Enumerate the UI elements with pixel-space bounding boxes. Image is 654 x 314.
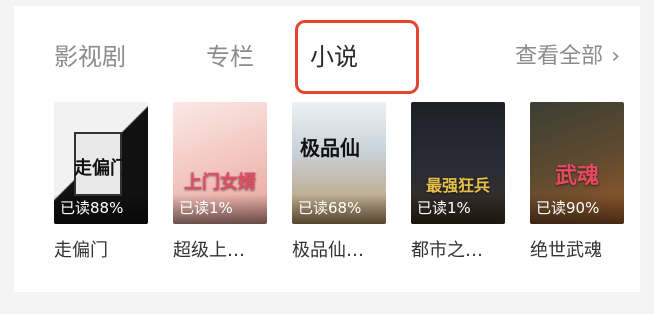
read-progress: 已读68% [298,199,362,217]
cover-text: 走偏门 [74,158,128,179]
read-progress: 已读1% [417,199,471,217]
cover-text: 极品仙 [300,136,360,160]
book-item[interactable]: 上门女婿 已读1% 超级上… [173,102,267,262]
book-title[interactable]: 超级上… [173,236,283,262]
read-progress: 已读90% [536,199,600,217]
book-cover[interactable]: 最强狂兵 已读1% [411,102,505,224]
chevron-right-icon: › [611,44,620,69]
read-progress: 已读88% [60,199,124,217]
book-title[interactable]: 走偏门 [54,236,164,262]
cover-text: 最强狂兵 [425,176,490,195]
book-title[interactable]: 绝世武魂 [530,236,640,262]
category-tabs: 影视剧 专栏 小说 查看全部 › [14,20,640,94]
tab-columns[interactable]: 专栏 [206,26,254,88]
book-item[interactable]: 走偏门 已读88% 走偏门 [54,102,148,262]
read-progress: 已读1% [179,199,233,217]
see-all-link[interactable]: 查看全部 › [515,26,620,88]
book-shelf: 走偏门 已读88% 走偏门 上门女婿 已读1% 超级上… 极品仙 已读68% 极 [14,102,640,272]
book-cover[interactable]: 极品仙 已读68% [292,102,386,224]
tab-tv-series[interactable]: 影视剧 [54,26,126,88]
content-card: 影视剧 专栏 小说 查看全部 › 走偏门 已读88% 走偏门 上门女婿 已读1% [14,0,640,292]
book-title[interactable]: 都市之… [411,236,521,262]
book-item[interactable]: 武魂 已读90% 绝世武魂 [530,102,624,262]
cover-text: 武魂 [554,163,599,189]
book-cover[interactable]: 上门女婿 已读1% [173,102,267,224]
cover-text: 上门女婿 [184,172,256,193]
book-item[interactable]: 极品仙 已读68% 极品仙… [292,102,386,262]
book-title[interactable]: 极品仙… [292,236,402,262]
see-all-label: 查看全部 [515,44,604,69]
book-cover[interactable]: 武魂 已读90% [530,102,624,224]
book-cover[interactable]: 走偏门 已读88% [54,102,148,224]
book-item[interactable]: 最强狂兵 已读1% 都市之… [411,102,505,262]
tab-novels[interactable]: 小说 [310,26,358,88]
